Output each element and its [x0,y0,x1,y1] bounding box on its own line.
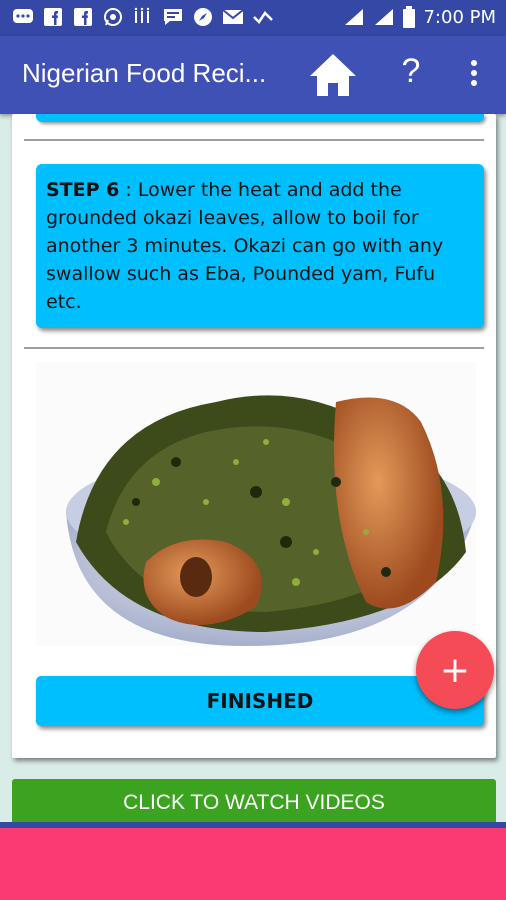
finished-button[interactable]: FINISHED [36,676,484,726]
jiji-icon [132,7,154,27]
chat-icon [162,7,184,27]
home-icon [310,54,356,96]
step-box: STEP 6 : Lower the heat and add the grou… [36,164,484,328]
previous-step-box [36,114,484,122]
whatsapp-icon [102,7,124,27]
add-fab-button[interactable]: + [416,631,494,709]
home-button[interactable] [306,50,360,100]
overflow-menu-icon [462,60,486,86]
app-title: Nigerian Food Reci... [22,58,267,88]
help-button[interactable]: ? [396,52,426,96]
check-icon [252,7,274,27]
notification-icons [12,7,274,27]
overflow-menu-button[interactable] [462,58,486,94]
facebook-icon [72,7,94,27]
ad-banner-area [0,828,506,900]
battery-icon [403,6,416,28]
signal-icon [345,9,364,25]
step-label: STEP 6 [46,179,120,201]
help-icon: ? [401,52,421,90]
finished-label: FINISHED [206,689,314,713]
mail-icon [222,7,244,27]
system-status: 7:00 PM [343,6,496,28]
status-bar: 7:00 PM [0,0,506,36]
plus-icon: + [439,649,471,691]
messenger-icon [12,7,34,27]
watch-videos-button[interactable]: CLICK TO WATCH VIDEOS [12,779,496,825]
facebook-icon [42,7,64,27]
signal-icon [375,9,394,25]
divider [24,347,484,349]
watch-videos-label: CLICK TO WATCH VIDEOS [123,791,385,814]
status-time: 7:00 PM [423,6,496,28]
divider [24,139,484,141]
compass-icon [192,7,214,27]
app-bar: Nigerian Food Reci... ? [0,36,506,114]
food-image [36,362,476,646]
